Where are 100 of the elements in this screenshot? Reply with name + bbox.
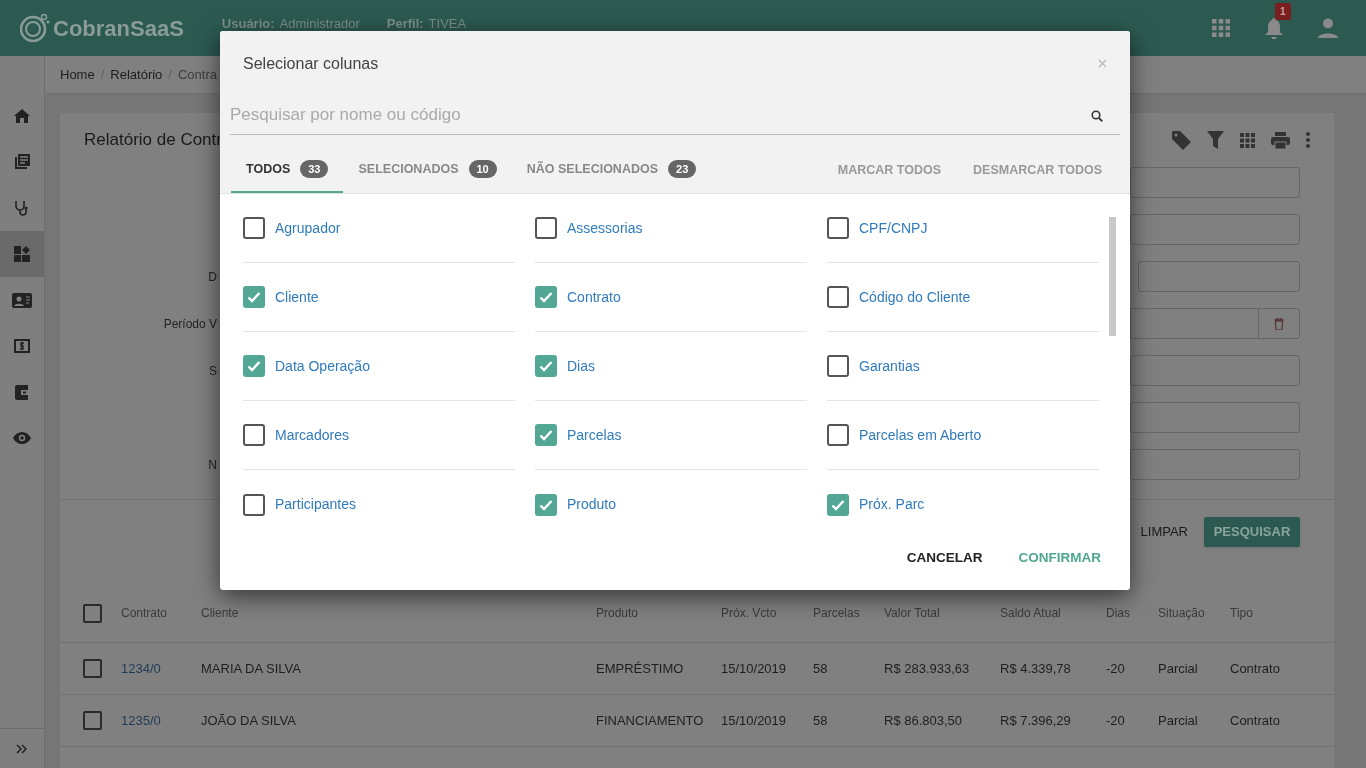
table-cell: 15/10/2019 xyxy=(721,660,787,676)
column-option-label[interactable]: Dias xyxy=(567,355,595,377)
column-header[interactable]: Situação xyxy=(1158,606,1205,620)
contract-link[interactable]: 1234/0 xyxy=(121,660,161,676)
checkbox[interactable] xyxy=(243,217,265,239)
input-field[interactable] xyxy=(1130,449,1300,480)
column-option-label[interactable]: Próx. Parc xyxy=(859,494,925,515)
cancel-button[interactable]: CANCELAR xyxy=(906,548,983,569)
expand-icon[interactable] xyxy=(16,743,28,754)
tab[interactable]: TODOS 33 xyxy=(231,147,344,193)
column-header[interactable]: Próx. Vcto xyxy=(721,606,777,620)
bulk-action-button[interactable]: MARCAR TODOS xyxy=(837,160,942,180)
bulk-action-button[interactable]: DESMARCAR TODOS xyxy=(973,160,1102,180)
column-header[interactable]: Parcelas xyxy=(813,606,860,620)
column-header[interactable]: Produto xyxy=(596,606,639,620)
column-option-label[interactable]: CPF/CNPJ xyxy=(859,217,928,239)
checkbox[interactable] xyxy=(243,286,265,308)
table-cell: R$ 4.339,78 xyxy=(1000,660,1071,676)
column-option-label[interactable]: Data Operação xyxy=(275,355,370,377)
column-header[interactable]: Saldo Atual xyxy=(1000,606,1061,620)
table-cell: R$ 283.933,63 xyxy=(884,660,970,676)
money-icon[interactable] xyxy=(14,339,30,353)
table-cell: 58 xyxy=(813,712,828,728)
dashboard-icon[interactable] xyxy=(14,246,30,262)
eye-icon[interactable] xyxy=(13,432,31,444)
checkbox[interactable] xyxy=(83,659,102,678)
column-header[interactable]: Dias xyxy=(1106,606,1130,620)
clear-button[interactable] xyxy=(1258,308,1300,339)
grid-icon[interactable] xyxy=(1240,132,1255,148)
input-field[interactable] xyxy=(1138,261,1300,292)
checkbox[interactable] xyxy=(535,355,557,377)
column-option-label[interactable]: Marcadores xyxy=(275,424,349,446)
column-header[interactable]: Contrato xyxy=(121,606,168,620)
tab[interactable]: NÃO SELECIONADOS 23 xyxy=(511,147,712,193)
more-icon[interactable] xyxy=(1306,132,1310,148)
column-option-label[interactable]: Cliente xyxy=(275,286,319,308)
scrollbar[interactable] xyxy=(1109,217,1116,336)
wallet-icon[interactable] xyxy=(14,384,30,400)
checkbox[interactable] xyxy=(535,493,557,516)
card-title: Relatório de Contr xyxy=(84,129,222,152)
input-field[interactable] xyxy=(1130,214,1300,245)
search-field[interactable]: Pesquisar por nome ou código xyxy=(230,96,1120,136)
checkbox[interactable] xyxy=(535,217,557,239)
search-button[interactable]: PESQUISAR xyxy=(1204,516,1300,547)
user-icon[interactable] xyxy=(1318,18,1338,38)
column-header[interactable]: Tipo xyxy=(1230,606,1253,620)
breadcrumb-link[interactable]: Relatório xyxy=(110,64,163,85)
breadcrumb-separator: / xyxy=(100,65,105,84)
column-option-label[interactable]: Agrupador xyxy=(275,217,341,239)
contract-link[interactable]: 1235/0 xyxy=(121,712,161,728)
checkbox[interactable] xyxy=(827,355,849,377)
input-field[interactable] xyxy=(1130,308,1258,339)
table-cell: Contrato xyxy=(1230,660,1280,676)
library-icon[interactable] xyxy=(14,154,30,170)
trash-icon xyxy=(1274,317,1284,330)
breadcrumb-link[interactable]: Contra xyxy=(177,64,217,85)
column-option-label[interactable]: Produto xyxy=(567,494,617,515)
column-option-label[interactable]: Garantias xyxy=(859,355,920,377)
column-option-label[interactable]: Participantes xyxy=(275,494,356,515)
breadcrumb-link[interactable]: Home xyxy=(60,64,95,85)
tag-icon[interactable] xyxy=(1172,130,1191,150)
apps-icon[interactable] xyxy=(1212,19,1230,37)
bell-icon[interactable] xyxy=(1264,17,1284,39)
checkbox[interactable] xyxy=(83,711,102,730)
filter-icon[interactable] xyxy=(1207,131,1224,149)
home-icon[interactable] xyxy=(14,109,30,123)
checkbox[interactable] xyxy=(243,355,265,377)
input-field[interactable] xyxy=(1130,355,1300,386)
print-icon[interactable] xyxy=(1271,131,1290,149)
column-option-label[interactable]: Código do Cliente xyxy=(859,286,971,308)
column-option-label[interactable]: Parcelas xyxy=(567,424,622,446)
checkbox[interactable] xyxy=(243,493,265,516)
checkbox[interactable] xyxy=(827,286,849,308)
checkmark-icon xyxy=(246,289,262,305)
checkbox[interactable] xyxy=(535,424,557,446)
column-option-label[interactable]: Contrato xyxy=(567,286,621,308)
checkbox[interactable] xyxy=(243,424,265,446)
checkbox[interactable] xyxy=(535,286,557,308)
column-header[interactable]: Cliente xyxy=(201,606,239,620)
contact-card-icon[interactable] xyxy=(12,292,32,308)
checkbox[interactable] xyxy=(827,424,849,446)
checkbox[interactable] xyxy=(827,493,849,516)
column-option-label[interactable]: Parcelas em Aberto xyxy=(859,424,982,446)
stethoscope-icon[interactable] xyxy=(14,200,30,216)
column-header[interactable]: Valor Total xyxy=(884,606,940,620)
checkbox[interactable] xyxy=(827,217,849,239)
app-logo[interactable]: CobranSaaS xyxy=(53,11,184,45)
sidebar-item[interactable] xyxy=(0,231,44,277)
checkmark-icon xyxy=(246,358,262,374)
input-field[interactable] xyxy=(1130,402,1300,433)
search-icon[interactable] xyxy=(1091,110,1103,123)
table-cell: 58 xyxy=(813,660,828,676)
checkbox[interactable] xyxy=(83,603,102,623)
column-option-label[interactable]: Assessorias xyxy=(567,217,643,239)
input-field[interactable] xyxy=(1130,167,1300,198)
clear-button[interactable]: LIMPAR xyxy=(1140,521,1188,542)
tab[interactable]: SELECIONADOS 10 xyxy=(343,147,512,193)
count-badge: 33 xyxy=(300,159,329,179)
confirm-button[interactable]: CONFIRMAR xyxy=(1018,548,1101,569)
dialog-title: Selecionar colunas xyxy=(243,53,379,74)
